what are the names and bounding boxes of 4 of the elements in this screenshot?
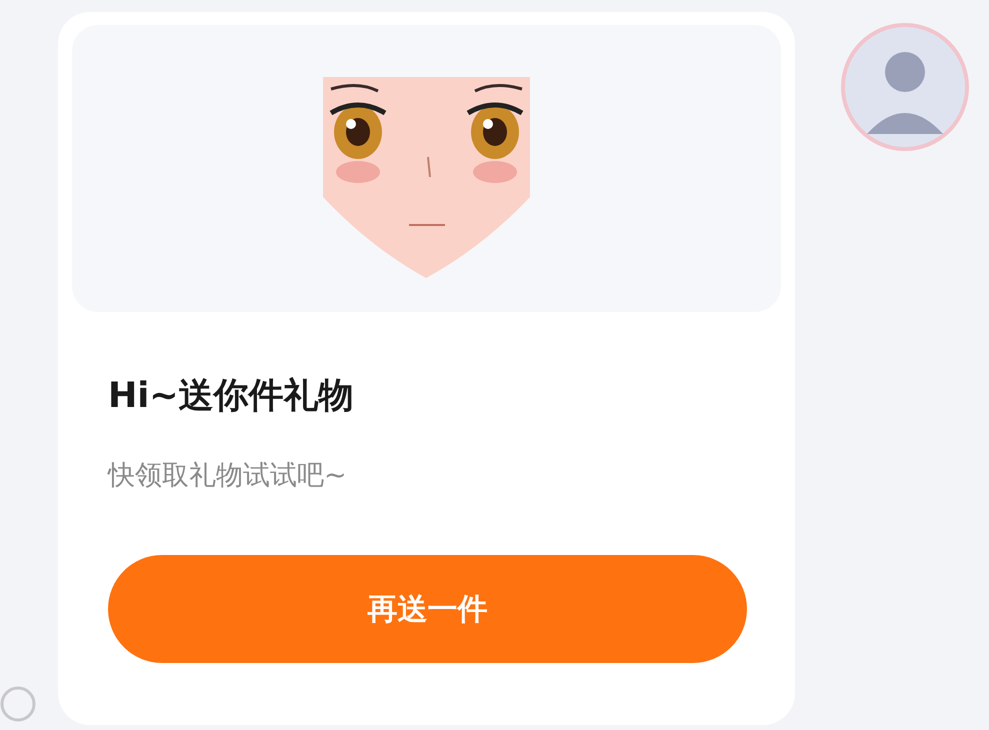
send-again-button[interactable]: 再送一件 xyxy=(108,555,747,663)
card-title: Hi~送你件礼物 xyxy=(108,375,354,418)
card-subtitle: 快领取礼物试试吧~ xyxy=(108,459,347,493)
radio-circle-icon[interactable] xyxy=(0,686,36,722)
